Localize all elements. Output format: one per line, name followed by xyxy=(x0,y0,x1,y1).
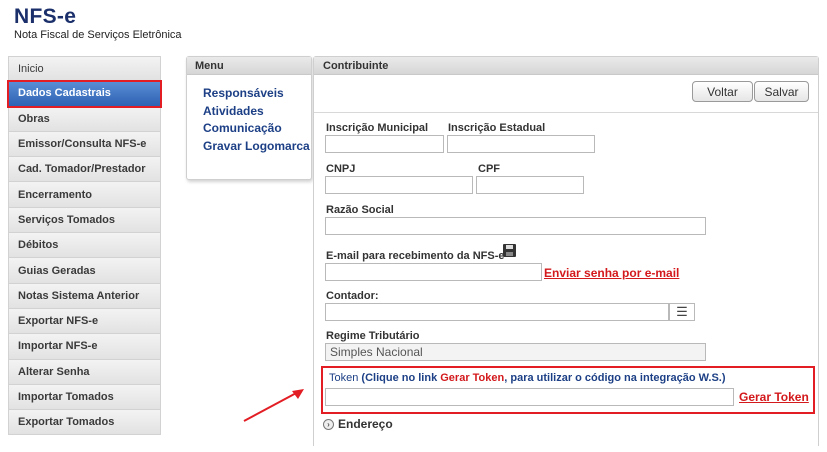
sidebar-item-notas-anterior[interactable]: Notas Sistema Anterior xyxy=(8,283,161,309)
menu-link-gravar-logomarca[interactable]: Gravar Logomarca xyxy=(203,138,311,156)
sidebar-item-guias-geradas[interactable]: Guias Geradas xyxy=(8,258,161,284)
sidebar-item-importar-nfse[interactable]: Importar NFS-e xyxy=(8,334,161,360)
menu-link-comunicacao[interactable]: Comunicação xyxy=(203,120,311,138)
inscricao-municipal-input[interactable] xyxy=(325,135,444,153)
cpf-input[interactable] xyxy=(476,176,584,194)
inscricao-municipal-label: Inscrição Municipal xyxy=(326,122,429,134)
token-label-prefix: Token xyxy=(329,372,359,384)
save-icon[interactable] xyxy=(503,244,516,257)
menu-link-atividades[interactable]: Atividades xyxy=(203,103,311,121)
sidebar-item-alterar-senha[interactable]: Alterar Senha xyxy=(8,359,161,385)
regime-input[interactable] xyxy=(325,343,706,361)
brand: NFS-e Nota Fiscal de Serviços Eletrônica xyxy=(14,5,182,42)
sidebar-item-servicos-tomados[interactable]: Serviços Tomados xyxy=(8,207,161,234)
cnpj-input[interactable] xyxy=(325,176,473,194)
email-label: E-mail para recebimento da NFS-e xyxy=(326,250,505,262)
voltar-button[interactable]: Voltar xyxy=(692,81,753,102)
sidebar-item-exportar-nfse[interactable]: Exportar NFS-e xyxy=(8,308,161,335)
toolbar: Voltar Salvar xyxy=(314,75,818,113)
token-label-part2: , para utilizar o código na integração W… xyxy=(504,372,726,384)
razao-social-input[interactable] xyxy=(325,217,706,235)
endereco-label: Endereço xyxy=(338,417,393,431)
contador-label: Contador: xyxy=(326,290,379,302)
arrow-annotation-icon xyxy=(243,389,304,422)
brand-subtitle: Nota Fiscal de Serviços Eletrônica xyxy=(14,29,182,41)
cnpj-label: CNPJ xyxy=(326,163,356,175)
email-input[interactable] xyxy=(325,263,542,281)
contribuinte-panel: Contribuinte Voltar Salvar Inscrição Mun… xyxy=(313,56,819,446)
sidebar-item-importar-tomados[interactable]: Importar Tomados xyxy=(8,384,161,411)
inscricao-estadual-label: Inscrição Estadual xyxy=(448,122,546,134)
sidebar-item-exportar-tomados[interactable]: Exportar Tomados xyxy=(8,410,161,436)
razao-social-label: Razão Social xyxy=(326,204,394,216)
sidebar: Inicio Dados Cadastrais Obras Emissor/Co… xyxy=(7,56,162,436)
regime-label: Regime Tributário xyxy=(326,330,420,342)
brand-title: NFS-e xyxy=(14,5,77,28)
inscricao-estadual-input[interactable] xyxy=(447,135,595,153)
menu-panel: Menu Responsáveis Atividades Comunicação… xyxy=(186,56,312,180)
list-icon[interactable]: ☰ xyxy=(669,303,695,321)
sidebar-item-debitos[interactable]: Débitos xyxy=(8,233,161,259)
token-label-link: Gerar Token xyxy=(440,372,505,384)
salvar-button[interactable]: Salvar xyxy=(754,81,809,102)
panel-title: Contribuinte xyxy=(314,57,818,75)
enviar-senha-link[interactable]: Enviar senha por e-mail xyxy=(544,266,679,280)
sidebar-item-cad-tomador[interactable]: Cad. Tomador/Prestador xyxy=(8,157,161,183)
token-highlight-box: Token (Clique no link Gerar Token, para … xyxy=(321,366,815,414)
sidebar-item-obras[interactable]: Obras xyxy=(8,106,161,132)
menu-list: Responsáveis Atividades Comunicação Grav… xyxy=(187,75,311,155)
chevron-circle-icon: › xyxy=(323,418,334,430)
sidebar-item-inicio[interactable]: Inicio xyxy=(8,56,161,82)
cpf-label: CPF xyxy=(478,163,500,175)
token-label: Token (Clique no link Gerar Token, para … xyxy=(329,372,726,384)
token-label-part1: (Clique no link xyxy=(358,372,441,384)
sidebar-item-encerramento[interactable]: Encerramento xyxy=(8,182,161,208)
token-input[interactable] xyxy=(325,388,734,406)
menu-link-responsaveis[interactable]: Responsáveis xyxy=(203,85,311,103)
gerar-token-link[interactable]: Gerar Token xyxy=(739,390,809,404)
endereco-toggle[interactable]: › Endereço xyxy=(323,417,393,431)
menu-title: Menu xyxy=(187,57,311,75)
contador-input[interactable] xyxy=(325,303,669,321)
sidebar-item-emissor-consulta[interactable]: Emissor/Consulta NFS-e xyxy=(8,131,161,158)
sidebar-item-dados-cadastrais[interactable]: Dados Cadastrais xyxy=(7,80,162,108)
